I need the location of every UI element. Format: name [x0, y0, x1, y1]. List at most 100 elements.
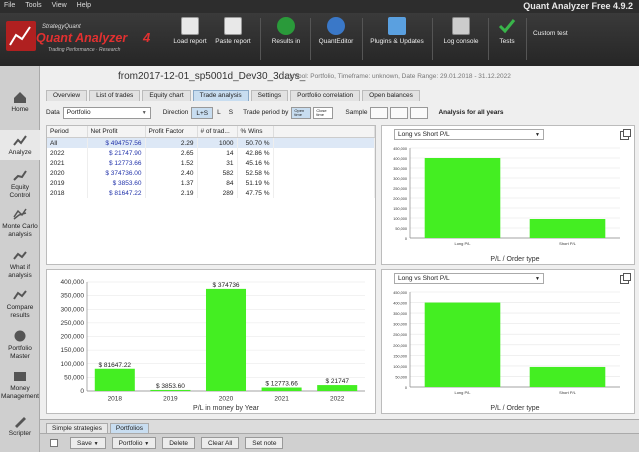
tab-portfolios[interactable]: Portfolios: [109, 423, 149, 433]
table-row[interactable]: 2022 $ 21747.90 2.65 14 42.86 %: [47, 148, 375, 158]
table-row[interactable]: 2021 $ 12773.66 1.52 31 45.16 %: [47, 158, 375, 168]
money-management-icon: [12, 369, 28, 383]
clear-all-button[interactable]: Clear All: [201, 437, 240, 449]
cell-net-profit: $ 12773.66: [87, 158, 146, 168]
table-row[interactable]: 2020 $ 374736.00 2.40 582 52.58 %: [47, 168, 375, 178]
equity-control-icon: [12, 168, 28, 182]
analysis-controls: Data Portfolio ▼ Direction L+S L S Trade…: [46, 104, 637, 121]
cell-pct-wins: 51.19 %: [237, 178, 274, 188]
tab-list-of-trades[interactable]: List of trades: [89, 90, 141, 101]
y-tick-label: 100,000: [393, 365, 407, 369]
portfolio-button[interactable]: Portfolio ▼: [111, 437, 157, 449]
paste-report-button[interactable]: Paste report: [212, 17, 254, 63]
cell-net-profit: $ 374736.00: [87, 168, 146, 178]
menu-help[interactable]: Help: [77, 2, 91, 9]
sample-out-icon[interactable]: [410, 106, 429, 119]
paste-report-label: Paste report: [215, 38, 251, 45]
sidebar-label: Portfolio Master: [8, 345, 32, 360]
toolbar-divider: [432, 18, 433, 60]
direction-long-button[interactable]: L: [213, 107, 225, 119]
tab-simple-strategies[interactable]: Simple strategies: [46, 423, 108, 433]
results-in-button[interactable]: Results in: [266, 17, 306, 63]
sidebar-item-what-if[interactable]: What if analysis: [0, 248, 40, 280]
sidebar-item-analyze[interactable]: Analyze: [0, 130, 40, 160]
open-time-button[interactable]: Open time: [291, 106, 312, 119]
close-time-button[interactable]: Close time: [313, 106, 334, 119]
bar-data-label: $ 21747: [325, 378, 349, 385]
sidebar-item-compare[interactable]: Compare results: [0, 288, 40, 320]
maximize-icon[interactable]: [620, 273, 631, 284]
sample-in-icon[interactable]: [390, 106, 409, 119]
sidebar-label: Home: [11, 106, 29, 113]
x-tick-label: Short P/L: [559, 241, 576, 246]
y-tick-label: 350,000: [393, 312, 407, 316]
tab-open-balances[interactable]: Open balances: [362, 90, 420, 101]
tab-trade-analysis[interactable]: Trade analysis: [192, 90, 249, 101]
bar: [94, 368, 135, 391]
custom-test-button[interactable]: Custom test: [533, 30, 568, 37]
tests-button[interactable]: Tests: [492, 17, 522, 63]
menu-file[interactable]: File: [4, 2, 15, 9]
col-profit-factor[interactable]: Profit Factor: [145, 126, 198, 138]
cell-net-profit: $ 81647.22: [87, 188, 146, 198]
y-tick-label: 100,000: [61, 361, 85, 368]
log-console-label: Log console: [443, 38, 479, 45]
select-all-checkbox[interactable]: [50, 439, 58, 447]
tab-overview[interactable]: Overview: [46, 90, 88, 101]
y-tick-label: 250,000: [393, 187, 407, 191]
menu-tools[interactable]: Tools: [25, 2, 41, 9]
cell-filler: [273, 178, 375, 188]
sample-all-icon[interactable]: [370, 106, 389, 119]
scripter-icon: [12, 414, 28, 428]
x-tick-label: 2021: [274, 396, 289, 403]
menu-view[interactable]: View: [52, 2, 67, 9]
tab-equity-chart[interactable]: Equity chart: [142, 90, 191, 101]
col-period[interactable]: Period: [47, 126, 88, 138]
cell-profit-factor: 1.52: [145, 158, 198, 168]
load-report-button[interactable]: Load report: [170, 17, 210, 63]
direction-short-button[interactable]: S: [225, 107, 237, 119]
y-tick-label: 150,000: [393, 207, 407, 211]
y-tick-label: 250,000: [61, 320, 85, 327]
save-button[interactable]: Save ▼: [70, 437, 106, 449]
cell-num-trades: 31: [197, 158, 238, 168]
set-note-button[interactable]: Set note: [245, 437, 284, 449]
delete-button[interactable]: Delete: [162, 437, 196, 449]
chart-type-select-top[interactable]: Long vs Short P/L ▼: [394, 129, 544, 140]
table-row[interactable]: 2019 $ 3853.60 1.37 84 51.19 %: [47, 178, 375, 188]
tab-portfolio-correlation[interactable]: Portfolio correlation: [290, 90, 361, 101]
y-tick-label: 0: [405, 386, 407, 390]
bar: [205, 288, 247, 391]
toolbar-divider: [526, 18, 527, 60]
year-pl-chart: 0 50,000 100,000 150,000 200,000 250,000 300,0…: [61, 279, 365, 412]
sidebar-item-monte-carlo[interactable]: Monte Carlo analysis: [0, 207, 40, 239]
sample-label: Sample: [345, 109, 368, 116]
console-icon: [452, 17, 470, 35]
sidebar-item-money-management[interactable]: Money Management: [0, 369, 40, 401]
data-select[interactable]: Portfolio ▼: [62, 106, 151, 119]
chart-caption: P/L in money by Year: [193, 405, 260, 412]
y-tick-label: 300,000: [393, 323, 407, 327]
table-row[interactable]: 2018 $ 81647.22 2.19 289 47.75 %: [47, 188, 375, 198]
sidebar-item-equity-control[interactable]: Equity Control: [0, 168, 40, 200]
sidebar-item-portfolio-master[interactable]: Portfolio Master: [0, 329, 40, 361]
quanteditor-button[interactable]: QuantEditor: [314, 17, 358, 63]
chart-type-select-bottom[interactable]: Long vs Short P/L ▼: [394, 273, 544, 284]
maximize-icon[interactable]: [620, 129, 631, 140]
bar: [317, 385, 358, 391]
table-row[interactable]: All $ 494757.56 2.29 1000 50.70 %: [47, 137, 375, 148]
y-tick-label: 200,000: [61, 334, 85, 341]
portfolio-master-icon: [12, 329, 28, 343]
col-pct-wins[interactable]: % Wins: [237, 126, 274, 138]
sidebar-label: Compare results: [6, 304, 34, 319]
direction-both-button[interactable]: L+S: [191, 106, 214, 119]
save-button-label: Save: [77, 440, 92, 447]
sidebar-item-home[interactable]: Home: [0, 90, 40, 114]
tab-settings[interactable]: Settings: [250, 90, 289, 101]
plugins-updates-button[interactable]: Plugins & Updates: [366, 17, 428, 63]
log-console-button[interactable]: Log console: [438, 17, 484, 63]
sidebar-item-scripter[interactable]: Scripter: [0, 414, 40, 438]
col-net-profit[interactable]: Net Profit: [87, 126, 146, 138]
left-sidebar: Home Analyze Equity Control Monte Carlo …: [0, 66, 40, 452]
col-num-trades[interactable]: # of trad...: [197, 126, 238, 138]
